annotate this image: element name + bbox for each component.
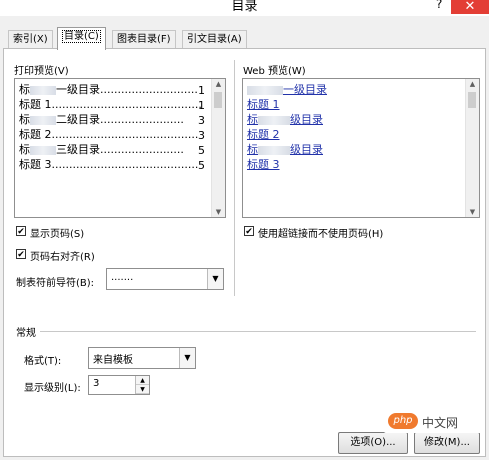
scroll-up-icon[interactable]: ▲ <box>466 80 479 88</box>
right-align-label[interactable]: 页码右对齐(R) <box>30 248 95 263</box>
print-row-3: 标二级目录........................ <box>19 113 184 126</box>
format-value: 来自模板 <box>93 355 133 366</box>
tab-table-of-authorities[interactable]: 引文目录(A) <box>182 30 247 48</box>
print-row-2: 标题 1....................................… <box>19 98 202 111</box>
levels-spin-buttons[interactable]: ▲ ▼ <box>135 376 149 394</box>
web-preview-scrollbar[interactable]: ▲ ▼ <box>465 79 479 217</box>
tab-authorities-label: 引文目录(A) <box>187 34 242 45</box>
print-row-4: 标题 2....................................… <box>19 128 199 141</box>
web-row-2[interactable]: 标题 1 <box>247 98 280 111</box>
print-preview-box[interactable]: 标一级目录............................ 标题 1..… <box>14 78 226 218</box>
dialog-title: 目录 <box>231 0 258 14</box>
php-logo-icon: php <box>388 413 418 429</box>
web-row-1[interactable]: 一级目录 <box>247 83 327 96</box>
close-button[interactable]: ✕ <box>451 0 489 14</box>
tab-figures-label: 图表目录(F) <box>117 34 171 45</box>
chevron-down-icon[interactable]: ▼ <box>207 269 223 289</box>
web-row-5[interactable]: 标级目录 <box>247 143 323 156</box>
levels-stepper[interactable]: 3 ▲ ▼ <box>88 375 150 395</box>
format-label: 格式(T): <box>24 356 62 367</box>
help-button[interactable]: ? <box>436 0 442 11</box>
tab-toc-label: 目录(C) <box>62 30 101 43</box>
spin-down-icon[interactable]: ▼ <box>136 385 149 394</box>
chevron-down-icon[interactable]: ▼ <box>179 348 195 368</box>
options-button[interactable]: 选项(O)... <box>338 432 408 454</box>
format-select[interactable]: 来自模板 ▼ <box>88 347 196 369</box>
print-preview-label: 打印预览(V) <box>14 66 69 77</box>
print-page-numbers: 1 1 3 3 5 5 <box>198 84 205 172</box>
general-section-label: 常规 <box>16 328 36 339</box>
general-divider <box>40 331 476 332</box>
web-row-6[interactable]: 标题 3 <box>247 158 280 171</box>
show-page-numbers-checkbox[interactable]: ✔ <box>16 226 26 237</box>
scroll-up-icon[interactable]: ▲ <box>212 80 225 88</box>
use-hyperlinks-checkbox[interactable]: ✔ <box>244 226 254 237</box>
levels-label: 显示级别(L): <box>24 383 81 394</box>
tab-table-of-figures[interactable]: 图表目录(F) <box>112 30 176 48</box>
scroll-down-icon[interactable]: ▼ <box>466 208 479 216</box>
web-row-3[interactable]: 标级目录 <box>247 113 323 126</box>
column-divider <box>234 60 235 296</box>
close-icon: ✕ <box>464 0 476 14</box>
right-align-checkbox[interactable]: ✔ <box>16 249 26 260</box>
levels-value[interactable]: 3 <box>93 378 99 389</box>
use-hyperlinks-label[interactable]: 使用超链接而不使用页码(H) <box>258 225 383 240</box>
web-preview-label: Web 预览(W) <box>243 66 306 77</box>
print-row-1: 标一级目录............................ <box>19 83 198 96</box>
tab-leader-select[interactable]: ....... ▼ <box>106 268 224 290</box>
scroll-thumb[interactable] <box>468 92 476 108</box>
scroll-down-icon[interactable]: ▼ <box>212 208 225 216</box>
web-preview-box[interactable]: 一级目录 标题 1 标级目录 标题 2 标级目录 标题 3 ▲ ▼ <box>242 78 480 218</box>
scroll-thumb[interactable] <box>214 92 222 108</box>
print-row-6: 标题 3....................................… <box>19 158 199 171</box>
tab-index[interactable]: 索引(X) <box>8 30 53 48</box>
show-page-numbers-label[interactable]: 显示页码(S) <box>30 225 84 240</box>
tab-toc[interactable]: 目录(C) <box>57 27 106 50</box>
tab-leader-label: 制表符前导符(B): <box>16 278 95 289</box>
modify-button[interactable]: 修改(M)... <box>414 432 480 454</box>
tab-leader-value: ....... <box>111 272 134 283</box>
web-row-4[interactable]: 标题 2 <box>247 128 280 141</box>
watermark-text: 中文网 <box>422 416 459 430</box>
print-row-5: 标三级目录........................ <box>19 143 184 156</box>
print-preview-scrollbar[interactable]: ▲ ▼ <box>211 79 225 217</box>
tab-index-label: 索引(X) <box>13 34 48 45</box>
spin-up-icon[interactable]: ▲ <box>136 376 149 385</box>
